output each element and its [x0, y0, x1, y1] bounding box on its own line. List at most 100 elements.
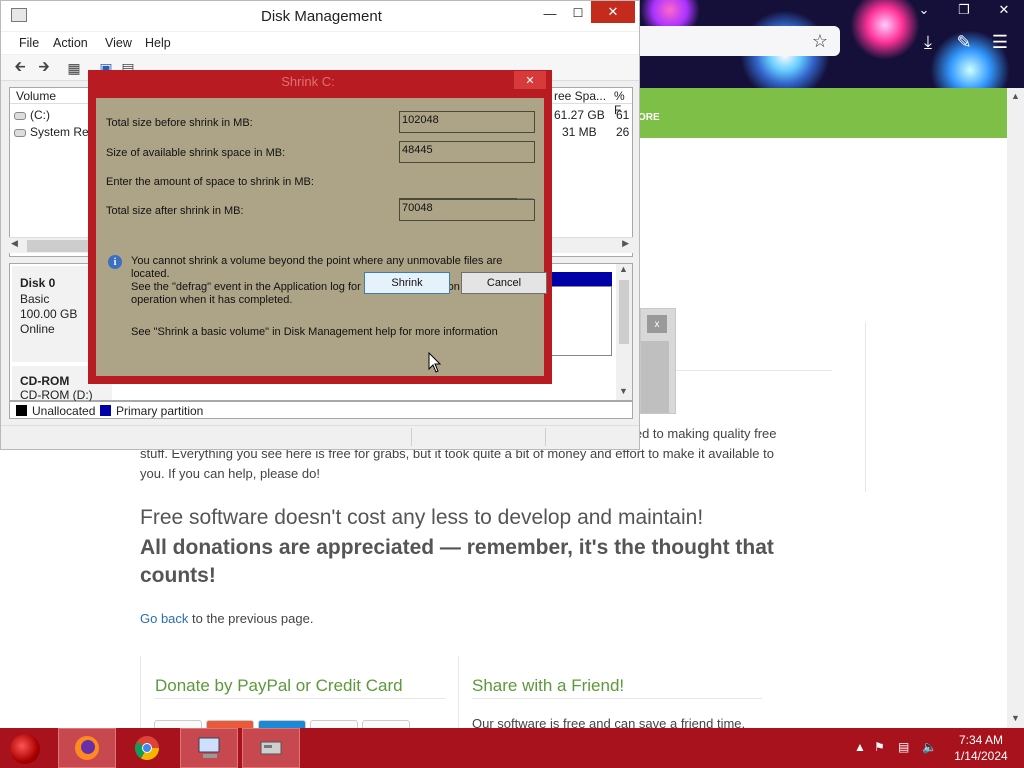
- site-nav-bar: ORE: [630, 88, 1007, 138]
- disk0-title: Disk 0: [20, 276, 56, 290]
- drive-icon: [14, 111, 26, 120]
- heading-donations: All donations are appreciated — remember…: [140, 536, 774, 587]
- network-icon[interactable]: ▤: [898, 740, 909, 754]
- scroll-down-icon[interactable]: ▼: [1007, 710, 1024, 726]
- taskbar-computer-management[interactable]: [180, 728, 238, 768]
- popup-ad: x: [640, 308, 676, 414]
- close-icon[interactable]: ✕: [514, 71, 546, 89]
- disk-management-app-icon: [11, 8, 27, 22]
- cdrom-title: CD-ROM: [20, 374, 70, 388]
- label-shrink-amount: Enter the amount of space to shrink in M…: [106, 176, 314, 188]
- info-line: operation when it has completed.: [131, 294, 293, 306]
- share-rule: [472, 698, 762, 699]
- clock-time: 7:34 AM: [958, 733, 1004, 747]
- field-available-space: 48445: [399, 141, 535, 163]
- forward-arrow-icon[interactable]: 🡲: [35, 58, 53, 77]
- downloads-icon[interactable]: ⤓: [916, 30, 940, 54]
- status-separator: [411, 428, 412, 446]
- legend-swatch-primary: [100, 405, 111, 416]
- menu-view[interactable]: View: [105, 36, 132, 50]
- volume-row[interactable]: System Res: [14, 125, 95, 139]
- help-text: See "Shrink a basic volume" in Disk Mana…: [131, 326, 498, 338]
- scroll-left-icon[interactable]: ◀: [11, 238, 18, 249]
- card-divider: [458, 656, 459, 728]
- start-button[interactable]: [10, 734, 40, 764]
- shrink-dialog: Shrink C: ✕ Total size before shrink in …: [88, 70, 552, 384]
- menu-help[interactable]: Help: [145, 36, 171, 50]
- popup-close-button[interactable]: x: [647, 315, 667, 333]
- show-hidden-icons-icon[interactable]: ▲: [854, 740, 866, 754]
- window-title: Disk Management: [261, 8, 382, 25]
- scroll-up-icon[interactable]: ▲: [619, 264, 628, 274]
- disk0-size: 100.00 GB: [20, 307, 78, 321]
- menu-bar: File Action View Help: [1, 32, 639, 54]
- scroll-thumb[interactable]: [27, 240, 97, 252]
- dialog-title: Shrink C:: [281, 74, 335, 89]
- minimize-icon[interactable]: —: [537, 3, 563, 23]
- minimize-icon[interactable]: ⌄: [904, 0, 944, 20]
- status-separator: [545, 428, 546, 446]
- donate-title: Donate by PayPal or Credit Card: [155, 676, 403, 695]
- volume-pct: 26: [616, 125, 630, 139]
- drive-icon: [14, 128, 26, 137]
- column-free-space[interactable]: ree Spa...: [554, 89, 606, 103]
- label-size-after: Total size after shrink in MB:: [106, 205, 244, 217]
- taskbar-firefox[interactable]: [58, 728, 116, 768]
- hamburger-menu-icon[interactable]: ☰: [988, 30, 1012, 54]
- volume-pct: 61: [616, 108, 630, 122]
- field-size-before: 102048: [399, 111, 535, 133]
- computer-management-icon: [198, 737, 220, 758]
- partition-block[interactable]: [550, 286, 612, 356]
- go-back-line: Go back to the previous page.: [140, 611, 313, 626]
- page-scrollbar[interactable]: [1007, 88, 1024, 728]
- cancel-button[interactable]: Cancel: [461, 272, 547, 294]
- legend-unallocated: Unallocated: [32, 404, 96, 418]
- label-size-before: Total size before shrink in MB:: [106, 117, 253, 129]
- dm-titlebar[interactable]: Disk Management — ☐ ✕: [1, 1, 639, 31]
- volume-row[interactable]: (C:): [14, 108, 50, 122]
- column-volume[interactable]: Volume: [16, 89, 56, 103]
- scroll-up-icon[interactable]: ▲: [1007, 88, 1024, 104]
- close-icon[interactable]: ✕: [984, 0, 1024, 20]
- system-clock[interactable]: 7:34 AM 1/14/2024: [948, 732, 1014, 764]
- back-arrow-icon[interactable]: 🡰: [11, 58, 29, 77]
- vertical-scrollbar[interactable]: ▲ ▼: [616, 264, 632, 400]
- disk0-status: Online: [20, 322, 55, 336]
- menu-file[interactable]: File: [19, 36, 39, 50]
- scroll-thumb[interactable]: [619, 280, 629, 344]
- scroll-down-icon[interactable]: ▼: [619, 386, 628, 396]
- scroll-right-icon[interactable]: ▶: [622, 238, 629, 249]
- restore-icon[interactable]: ❐: [944, 0, 984, 20]
- taskbar-disk-management[interactable]: [242, 728, 300, 768]
- console-tree-icon[interactable]: ▦: [65, 59, 83, 77]
- volume-free: 61.27 GB: [554, 108, 605, 122]
- firefox-icon: [75, 736, 99, 760]
- taskbar-chrome[interactable]: [118, 728, 176, 768]
- label-available-space: Size of available shrink space in MB:: [106, 147, 286, 159]
- heading-free-software: Free software doesn't cost any less to d…: [140, 506, 704, 529]
- bookmark-star-icon[interactable]: ☆: [808, 29, 832, 53]
- extensions-icon[interactable]: ✎: [952, 30, 976, 54]
- shrink-button[interactable]: Shrink: [364, 272, 450, 294]
- close-icon[interactable]: ✕: [591, 1, 635, 23]
- field-size-after: 70048: [399, 199, 535, 221]
- nav-item-more[interactable]: ORE: [638, 112, 660, 123]
- paragraph-line: you. If you can help, please do!: [140, 466, 320, 481]
- volume-muted-icon[interactable]: 🔈: [922, 740, 937, 754]
- volume-free: 31 MB: [562, 125, 597, 139]
- action-center-flag-icon[interactable]: ⚑: [874, 740, 885, 754]
- maximize-icon[interactable]: ☐: [565, 3, 591, 23]
- partition-header-bar: [550, 272, 612, 286]
- donate-rule: [155, 698, 445, 699]
- popup-image: [641, 341, 669, 413]
- menu-action[interactable]: Action: [53, 36, 88, 50]
- browser-window-controls: ⌄ ❐ ✕: [904, 0, 1024, 20]
- legend-swatch-unallocated: [16, 405, 27, 416]
- volume-name: System Res: [30, 125, 95, 139]
- go-back-link[interactable]: Go back: [140, 611, 188, 626]
- cdrom-drive: CD-ROM (D:): [20, 388, 93, 402]
- chrome-icon: [135, 736, 159, 761]
- share-title: Share with a Friend!: [472, 676, 625, 695]
- content-divider: [676, 370, 832, 371]
- clock-date: 1/14/2024: [954, 749, 1008, 763]
